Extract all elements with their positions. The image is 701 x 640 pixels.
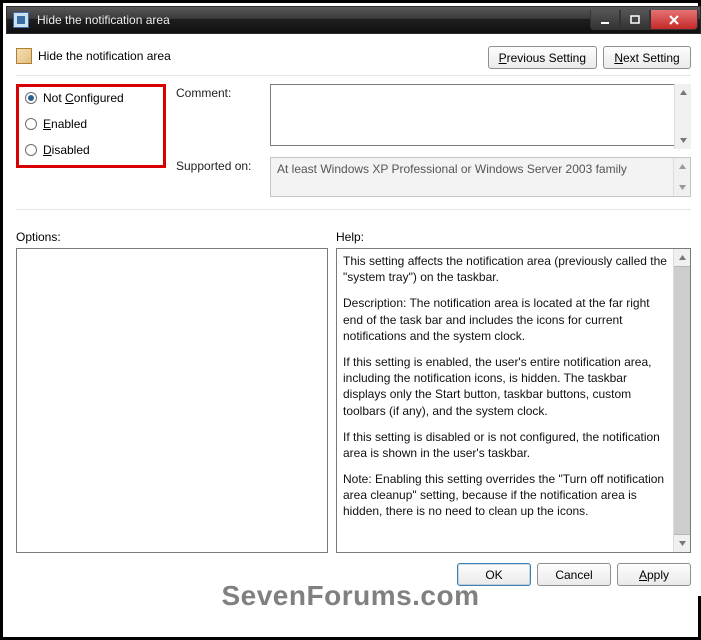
close-button[interactable] xyxy=(650,10,698,30)
window-title: Hide the notification area xyxy=(35,13,590,27)
titlebar[interactable]: Hide the notification area xyxy=(6,6,701,34)
policy-window-icon xyxy=(13,12,29,28)
previous-setting-button[interactable]: Previous Setting xyxy=(488,46,597,69)
state-radio-group: Not Configured Enabled Disabled xyxy=(16,84,166,168)
page-title: Hide the notification area xyxy=(38,49,171,63)
radio-disabled[interactable]: Disabled xyxy=(25,143,157,157)
options-label: Options: xyxy=(16,230,336,244)
supported-on-text: At least Windows XP Professional or Wind… xyxy=(270,157,691,197)
scroll-down-icon[interactable] xyxy=(674,179,690,196)
maximize-button[interactable] xyxy=(620,10,650,30)
cancel-button[interactable]: Cancel xyxy=(537,563,611,586)
supported-label: Supported on: xyxy=(176,157,262,173)
radio-icon xyxy=(25,144,37,156)
help-pane: This setting affects the notification ar… xyxy=(336,248,691,553)
minimize-button[interactable] xyxy=(590,10,620,30)
scroll-up-icon[interactable] xyxy=(675,84,691,101)
scroll-up-icon[interactable] xyxy=(674,249,690,266)
scrollbar[interactable] xyxy=(673,158,690,196)
radio-enabled[interactable]: Enabled xyxy=(25,117,157,131)
radio-icon xyxy=(25,118,37,130)
scroll-down-icon[interactable] xyxy=(674,535,690,552)
ok-button[interactable]: OK xyxy=(457,563,531,586)
policy-icon xyxy=(16,48,32,64)
apply-button[interactable]: Apply xyxy=(617,563,691,586)
next-setting-button[interactable]: Next Setting xyxy=(603,46,691,69)
separator xyxy=(16,209,691,210)
separator xyxy=(16,75,691,76)
radio-icon xyxy=(25,92,37,104)
options-pane xyxy=(16,248,328,553)
scroll-thumb[interactable] xyxy=(674,266,690,535)
scroll-down-icon[interactable] xyxy=(675,132,691,149)
help-label: Help: xyxy=(336,230,364,244)
scrollbar[interactable] xyxy=(673,249,690,552)
scrollbar[interactable] xyxy=(674,84,691,149)
scroll-up-icon[interactable] xyxy=(674,158,690,175)
comment-textbox[interactable] xyxy=(270,84,691,146)
radio-not-configured[interactable]: Not Configured xyxy=(25,91,157,105)
comment-label: Comment: xyxy=(176,84,262,100)
window-controls xyxy=(590,10,698,30)
